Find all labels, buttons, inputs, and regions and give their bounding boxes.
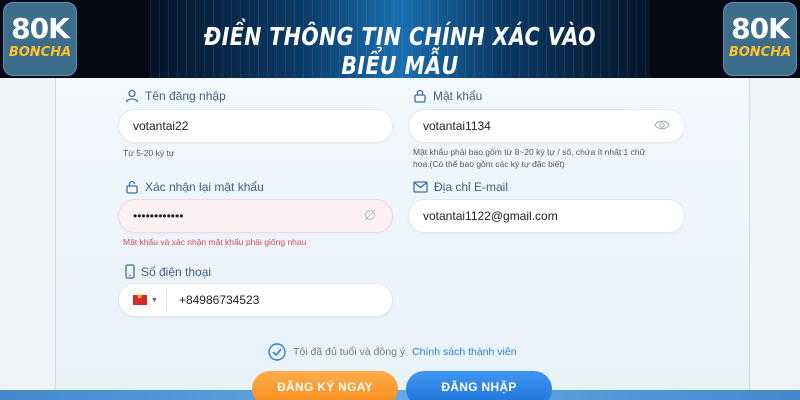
login-button[interactable]: ĐĂNG NHẬP bbox=[406, 371, 552, 400]
bottom-decoration-strip bbox=[0, 390, 800, 400]
email-label-text: Địa chỉ E-mail bbox=[434, 180, 509, 194]
banner-title: ĐIỀN THÔNG TIN CHÍNH XÁC VÀO BIỂU MẪU bbox=[204, 22, 596, 78]
confirm-password-label: Xác nhận lại mật khẩu bbox=[125, 180, 264, 194]
password-hint-line2: hoa.(Có thể bao gồm các ký tự đặc biệt) bbox=[413, 159, 565, 169]
vietnam-flag-icon bbox=[133, 292, 147, 305]
logo-sub-text: BONCHA bbox=[8, 45, 72, 60]
password-input[interactable]: votantai1134 bbox=[408, 109, 685, 143]
checkbox-checked-icon[interactable] bbox=[268, 343, 286, 361]
envelope-icon bbox=[413, 181, 428, 193]
terms-agreement: Tôi đã đủ tuổi và đồng ý Chính sách thàn… bbox=[268, 343, 517, 361]
confirm-password-value: •••••••••••• bbox=[133, 209, 184, 223]
username-label-text: Tên đăng nhập bbox=[145, 89, 226, 103]
member-policy-link[interactable]: Chính sách thành viên bbox=[412, 346, 517, 358]
phone-label: Số điện thoại bbox=[125, 264, 211, 279]
brand-logo-right: 80K BONCHA bbox=[723, 2, 797, 76]
password-value: votantai1134 bbox=[423, 119, 491, 133]
email-value: votantai1122@gmail.com bbox=[423, 209, 558, 223]
username-value: votantai22 bbox=[133, 119, 189, 133]
username-hint: Từ 5-20 ký tự bbox=[123, 148, 175, 158]
password-hint-line1: Mật khẩu phải bao gồm từ 8~20 ký tự / số… bbox=[413, 147, 646, 157]
logo-sub-text: BONCHA bbox=[728, 45, 792, 60]
eye-icon[interactable] bbox=[654, 119, 670, 134]
lock-icon bbox=[414, 89, 426, 103]
username-label: Tên đăng nhập bbox=[125, 89, 226, 103]
logo-main-text: 80K bbox=[731, 12, 790, 45]
email-label: Địa chỉ E-mail bbox=[413, 180, 508, 194]
header-banner: ĐIỀN THÔNG TIN CHÍNH XÁC VÀO BIỂU MẪU 80… bbox=[0, 0, 800, 78]
lock-check-icon bbox=[126, 180, 138, 194]
phone-icon bbox=[125, 264, 135, 279]
agree-text: Tôi đã đủ tuổi và đồng ý bbox=[293, 346, 406, 358]
phone-input[interactable]: ▼ +84986734523 bbox=[118, 283, 393, 317]
email-input[interactable]: votantai1122@gmail.com bbox=[408, 199, 685, 233]
eye-off-icon[interactable] bbox=[362, 208, 378, 225]
chevron-down-icon: ▼ bbox=[151, 296, 158, 304]
logo-main-text: 80K bbox=[11, 12, 70, 45]
brand-logo-left: 80K BONCHA bbox=[3, 2, 77, 76]
password-label: Mật khẩu bbox=[413, 89, 482, 103]
confirm-password-input[interactable]: •••••••••••• bbox=[118, 199, 393, 233]
user-icon bbox=[125, 89, 139, 103]
confirm-password-label-text: Xác nhận lại mật khẩu bbox=[145, 180, 264, 194]
confirm-password-error: Mật khẩu và xác nhận mật khẩu phải giống… bbox=[123, 237, 307, 247]
country-code-selector[interactable]: ▼ bbox=[133, 289, 167, 311]
phone-value: +84986734523 bbox=[178, 293, 260, 307]
phone-label-text: Số điện thoại bbox=[141, 264, 212, 279]
password-label-text: Mật khẩu bbox=[433, 89, 483, 103]
register-now-button[interactable]: ĐĂNG KÝ NGAY bbox=[252, 371, 398, 400]
username-input[interactable]: votantai22 bbox=[118, 109, 393, 143]
